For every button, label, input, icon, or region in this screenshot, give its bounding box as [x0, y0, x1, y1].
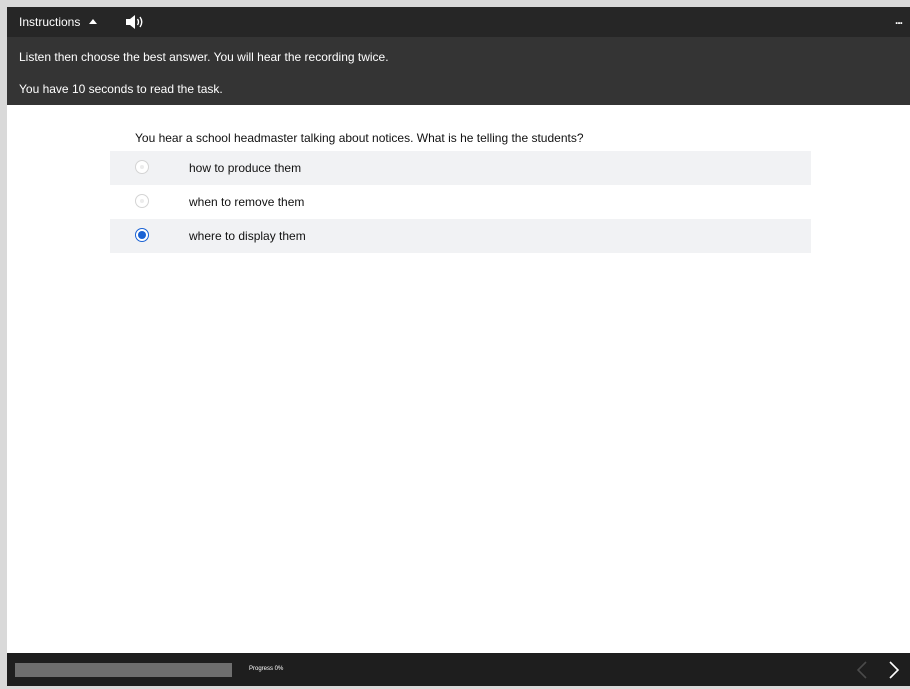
- more-options-icon[interactable]: ...: [895, 13, 903, 27]
- answer-option-3[interactable]: where to display them: [110, 219, 811, 253]
- answer-option-label: where to display them: [189, 229, 306, 243]
- answer-option-label: when to remove them: [189, 195, 305, 209]
- progress-bar: [15, 663, 232, 677]
- instructions-toggle-button[interactable]: Instructions: [19, 13, 98, 31]
- radio-button-1[interactable]: [135, 160, 149, 174]
- progress-label: Progress 0%: [249, 666, 284, 672]
- radio-button-3[interactable]: [135, 228, 149, 242]
- question-text: You hear a school headmaster talking abo…: [135, 131, 584, 145]
- radio-button-2[interactable]: [135, 194, 149, 208]
- caret-up-icon: [89, 19, 98, 24]
- chevron-left-icon[interactable]: [853, 659, 873, 681]
- instruction-text-2: You have 10 seconds to read the task.: [19, 82, 223, 96]
- app-frame: Instructions ... Listen then choose the …: [7, 7, 910, 686]
- footer-bar: Progress 0%: [7, 653, 910, 686]
- answer-options: how to produce them when to remove them …: [110, 151, 811, 253]
- instructions-panel: Instructions ... Listen then choose the …: [7, 7, 910, 105]
- answer-option-label: how to produce them: [189, 161, 302, 175]
- speaker-icon[interactable]: [125, 14, 145, 30]
- answer-option-1[interactable]: how to produce them: [110, 151, 811, 185]
- instructions-label: Instructions: [19, 15, 81, 29]
- answer-option-2[interactable]: when to remove them: [110, 185, 811, 219]
- instruction-text-1: Listen then choose the best answer. You …: [19, 50, 389, 64]
- toolbar: Instructions ...: [7, 7, 910, 37]
- chevron-right-icon[interactable]: [883, 659, 903, 681]
